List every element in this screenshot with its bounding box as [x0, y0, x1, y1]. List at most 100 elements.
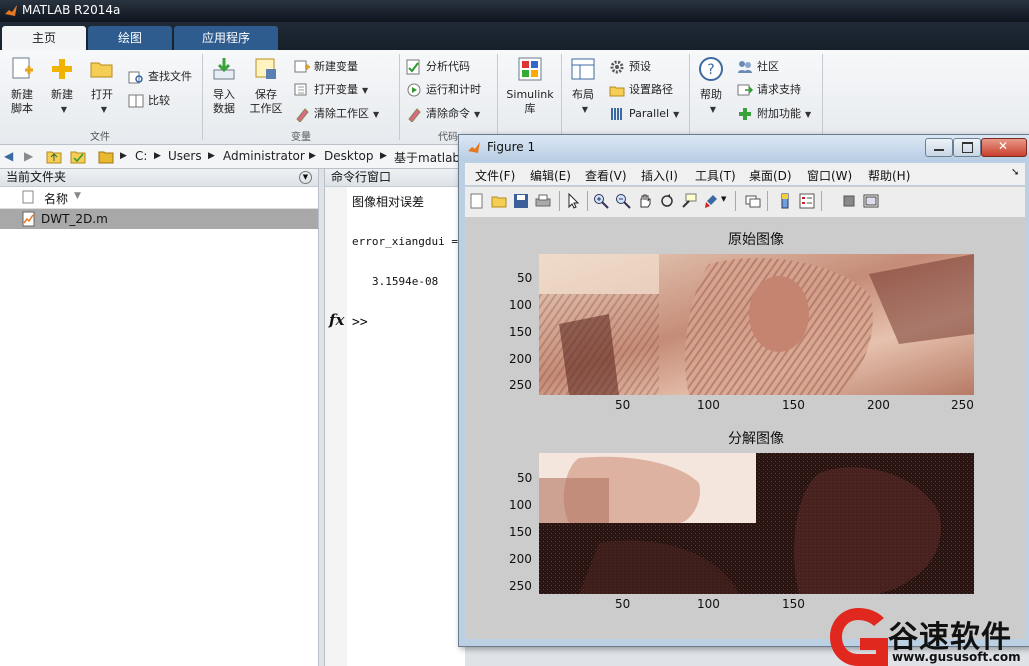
- y-tick-label: 50: [517, 471, 533, 485]
- menu-file[interactable]: 文件(F): [475, 167, 515, 184]
- ribbon-separator: [202, 54, 203, 140]
- breadcrumb-desktop[interactable]: Desktop: [324, 149, 374, 163]
- group-label-file: 文件: [90, 132, 110, 143]
- figure-canvas[interactable]: 原始图像 50 100 150 200 250 50 100 150 200 2…: [465, 217, 1025, 639]
- link-plot-icon[interactable]: [745, 193, 761, 209]
- new-script-label-2: 脚本: [11, 102, 33, 115]
- show-plot-tools-icon[interactable]: [863, 193, 879, 209]
- menu-window[interactable]: 窗口(W): [807, 167, 852, 184]
- maximize-button[interactable]: [953, 138, 981, 157]
- back-arrow-icon[interactable]: ◀: [4, 149, 13, 163]
- toolbar-separator: [559, 191, 560, 211]
- compare-button[interactable]: 比较: [128, 92, 170, 110]
- menu-edit[interactable]: 编辑(E): [530, 167, 571, 184]
- chevron-down-icon: ▼: [709, 105, 717, 114]
- panel-actions-icon[interactable]: ▼: [299, 171, 312, 184]
- tab-home[interactable]: 主页: [2, 26, 86, 50]
- print-icon[interactable]: [535, 193, 551, 209]
- chevron-down-icon: ▼: [474, 110, 481, 119]
- clear-workspace-button[interactable]: 清除工作区 ▼: [294, 105, 379, 123]
- new-figure-icon[interactable]: [469, 193, 485, 209]
- add-ons-button[interactable]: 附加功能 ▼: [737, 105, 811, 123]
- ribbon-separator: [822, 54, 823, 140]
- x-tick-label: 50: [615, 597, 631, 611]
- menu-help[interactable]: 帮助(H): [868, 167, 910, 184]
- brush-dropdown-chevron-icon[interactable]: ▼: [721, 195, 726, 203]
- menu-dock-arrow-icon[interactable]: ➘: [1011, 167, 1019, 178]
- breadcrumb-folder[interactable]: 基于matlab: [394, 149, 460, 166]
- figure-title-bar[interactable]: Figure 1 ✕: [459, 135, 1029, 161]
- set-path-label: 设置路径: [629, 83, 673, 96]
- function-browser-icon[interactable]: fx: [329, 311, 344, 329]
- rotate-3d-icon[interactable]: [659, 193, 675, 209]
- app-title: MATLAB R2014a: [22, 3, 121, 17]
- open-file-icon[interactable]: [491, 193, 507, 209]
- close-button[interactable]: ✕: [981, 138, 1027, 157]
- pointer-icon[interactable]: [565, 193, 581, 209]
- forward-arrow-icon[interactable]: ▶: [24, 149, 33, 163]
- breadcrumb-administrator[interactable]: Administrator: [223, 149, 305, 163]
- open-button[interactable]: 打开 ▼: [86, 56, 118, 117]
- clear-workspace-label: 清除工作区: [314, 107, 369, 120]
- simulink-library-button[interactable]: Simulink 库: [504, 56, 556, 116]
- group-label-variable: 变量: [291, 132, 311, 143]
- breadcrumb-arrow-icon: ▶: [120, 151, 127, 161]
- hide-plot-tools-icon[interactable]: [841, 193, 857, 209]
- open-variable-button[interactable]: 打开变量 ▼: [294, 81, 368, 99]
- menu-tools[interactable]: 工具(T): [695, 167, 736, 184]
- zoom-out-icon[interactable]: [615, 193, 631, 209]
- find-files-button[interactable]: 查找文件: [128, 68, 192, 86]
- new-variable-button[interactable]: 新建变量: [294, 58, 358, 76]
- chevron-down-icon: ▼: [60, 105, 68, 114]
- new-script-button[interactable]: 新建 脚本: [6, 56, 38, 116]
- parallel-button[interactable]: Parallel ▼: [609, 105, 679, 123]
- breadcrumb-arrow-icon: ▶: [380, 151, 387, 161]
- address-bar[interactable]: ◀ ▶ ▶ C: ▶ Users ▶ Administrator ▶ Deskt…: [0, 145, 470, 169]
- up-folder-icon[interactable]: [46, 149, 62, 164]
- zoom-in-icon[interactable]: [593, 193, 609, 209]
- breadcrumb-arrow-icon: ▶: [208, 151, 215, 161]
- chevron-down-icon: ▼: [805, 110, 812, 119]
- data-cursor-icon[interactable]: [681, 193, 697, 209]
- insert-colorbar-icon[interactable]: [777, 193, 793, 209]
- request-support-button[interactable]: 请求支持: [737, 81, 801, 99]
- import-data-button[interactable]: 导入 数据: [208, 56, 240, 116]
- brush-icon[interactable]: [703, 193, 719, 209]
- tab-apps[interactable]: 应用程序: [174, 26, 278, 50]
- chevron-down-icon: ▼: [373, 110, 380, 119]
- breadcrumb-c[interactable]: C:: [135, 149, 147, 163]
- sort-desc-icon: ▼: [74, 191, 81, 201]
- save-icon[interactable]: [513, 193, 529, 209]
- community-button[interactable]: 社区: [737, 58, 779, 76]
- column-name[interactable]: 名称: [44, 190, 68, 207]
- preferences-button[interactable]: 预设: [609, 58, 651, 76]
- tab-plots[interactable]: 绘图: [88, 26, 172, 50]
- breadcrumb-users[interactable]: Users: [168, 149, 202, 163]
- analyze-code-button[interactable]: 分析代码: [406, 58, 470, 76]
- run-and-time-button[interactable]: 运行和计时: [406, 81, 481, 99]
- list-item[interactable]: DWT_2D.m: [0, 209, 318, 229]
- plot1-title: 原始图像: [728, 232, 784, 248]
- analyze-code-label: 分析代码: [426, 60, 470, 73]
- set-path-button[interactable]: 设置路径: [609, 81, 673, 99]
- menu-insert[interactable]: 插入(I): [641, 167, 678, 184]
- command-prompt[interactable]: >>: [352, 315, 368, 330]
- menu-view[interactable]: 查看(V): [585, 167, 627, 184]
- file-list-header[interactable]: 名称 ▼: [0, 187, 318, 209]
- insert-legend-icon[interactable]: [799, 193, 815, 209]
- pan-hand-icon[interactable]: [637, 193, 653, 209]
- x-tick-label: 200: [867, 398, 890, 412]
- new-button[interactable]: 新建 ▼: [46, 56, 78, 117]
- help-button[interactable]: ? 帮助 ▼: [694, 56, 728, 117]
- request-support-icon: [737, 84, 753, 96]
- clear-commands-button[interactable]: 清除命令 ▼: [406, 105, 480, 123]
- minimize-button[interactable]: [925, 138, 953, 157]
- menu-desktop[interactable]: 桌面(D): [749, 167, 792, 184]
- save-workspace-button[interactable]: 保存 工作区: [246, 56, 286, 116]
- plus-icon: [52, 59, 72, 79]
- y-tick-label: 250: [509, 378, 532, 392]
- browse-folder-icon[interactable]: [70, 149, 86, 164]
- new-variable-label: 新建变量: [314, 60, 358, 73]
- figure-window[interactable]: Figure 1 ✕ 文件(F) 编辑(E) 查看(V) 插入(I) 工具(T)…: [458, 134, 1029, 647]
- layout-button[interactable]: 布局 ▼: [566, 56, 600, 117]
